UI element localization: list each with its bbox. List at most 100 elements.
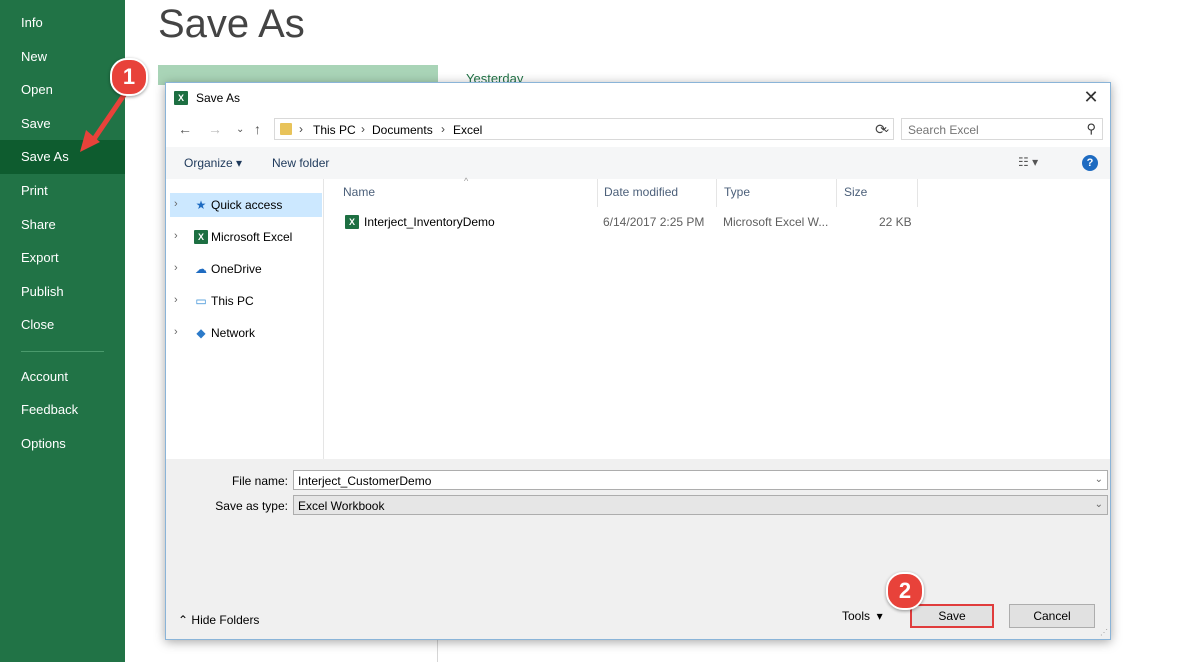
navigation-bar: ← → ⌄ ↑ › This PC › Documents › Excel ⌄ … (166, 115, 1110, 145)
excel-icon: X (174, 91, 188, 105)
search-icon: ⚲ (1086, 121, 1096, 136)
column-divider (716, 179, 717, 207)
column-type[interactable]: Type (724, 185, 750, 207)
tools-button[interactable]: Tools ▾ (842, 609, 883, 623)
tree-item-label: Network (211, 326, 256, 340)
nav-save-as[interactable]: Save As (0, 140, 125, 174)
tree-item-microsoft-excel[interactable]: › X Microsoft Excel (170, 225, 322, 249)
dialog-title: Save As (196, 91, 241, 105)
file-name-value: Interject_CustomerDemo (298, 474, 432, 488)
nav-open[interactable]: Open (0, 73, 125, 107)
page-title: Save As (158, 2, 305, 46)
chevron-right-icon[interactable]: › (174, 294, 178, 306)
address-bar[interactable]: › This PC › Documents › Excel ⌄ (274, 118, 894, 140)
chevron-right-icon[interactable]: › (174, 262, 178, 274)
callout-step-1: 1 (110, 58, 148, 96)
tree-item-network[interactable]: › ◆ Network (170, 321, 322, 345)
tree-item-this-pc[interactable]: › ▭ This PC (170, 289, 322, 313)
tree-item-quick-access[interactable]: › ★ Quick access (170, 193, 322, 217)
chevron-right-icon[interactable]: › (174, 230, 178, 242)
cloud-icon: ☁ (195, 262, 207, 276)
nav-options[interactable]: Options (0, 427, 125, 461)
star-icon: ★ (195, 198, 207, 212)
organize-label: Organize (184, 156, 233, 170)
nav-export[interactable]: Export (0, 241, 125, 275)
breadcrumb-documents[interactable]: Documents (372, 123, 433, 137)
nav-publish[interactable]: Publish (0, 275, 125, 309)
file-row[interactable]: X Interject_InventoryDemo 6/14/2017 2:25… (336, 211, 916, 233)
network-icon: ◆ (196, 326, 206, 340)
chevron-right-icon[interactable]: › (174, 198, 178, 210)
save-type-value: Excel Workbook (298, 499, 385, 513)
up-arrow-icon[interactable]: ↑ (254, 121, 261, 137)
save-as-dialog: X Save As ✕ ← → ⌄ ↑ › This PC › Document… (165, 82, 1111, 640)
column-date-modified[interactable]: Date modified (604, 185, 678, 207)
nav-close[interactable]: Close (0, 308, 125, 342)
nav-account[interactable]: Account (0, 360, 125, 394)
hide-folders-button[interactable]: ⌃ Hide Folders (178, 613, 259, 627)
nav-save[interactable]: Save (0, 107, 125, 141)
excel-file-icon: X (345, 215, 359, 229)
tree-item-label: Quick access (211, 198, 283, 212)
cancel-button[interactable]: Cancel (1009, 604, 1095, 628)
chevron-right-icon: › (299, 122, 303, 136)
tree-item-label: OneDrive (211, 262, 262, 276)
tree-item-label: Microsoft Excel (211, 230, 293, 244)
view-options-icon[interactable]: ☷ ▾ (1018, 155, 1038, 169)
callout-step-2: 2 (886, 572, 924, 610)
file-name-field[interactable]: Interject_CustomerDemo ⌄ (293, 470, 1108, 490)
save-button[interactable]: Save (910, 604, 994, 628)
computer-icon: ▭ (195, 294, 207, 308)
chevron-right-icon: › (361, 122, 365, 136)
column-divider (836, 179, 837, 207)
dialog-titlebar[interactable]: X Save As ✕ (166, 83, 1110, 113)
file-name-label: File name: (231, 474, 288, 488)
chevron-down-icon[interactable]: ⌄ (1095, 474, 1103, 485)
forward-arrow-icon[interactable]: → (208, 121, 222, 137)
chevron-right-icon: › (441, 122, 445, 136)
nav-info[interactable]: Info (0, 6, 125, 40)
folder-icon (280, 123, 292, 135)
column-divider (917, 179, 918, 207)
nav-share[interactable]: Share (0, 208, 125, 242)
file-date: 6/14/2017 2:25 PM (603, 215, 705, 229)
new-folder-button[interactable]: New folder (272, 156, 329, 170)
refresh-icon[interactable]: ⟳ (871, 121, 891, 141)
backstage-nav: Info New Open Save Save As Print Share E… (0, 0, 125, 662)
hide-folders-label: Hide Folders (191, 613, 260, 627)
back-arrow-icon[interactable]: ← (178, 121, 192, 137)
nav-divider (21, 351, 104, 352)
organize-button[interactable]: Organize ▾ (184, 156, 242, 170)
chevron-down-icon[interactable]: ⌄ (1095, 499, 1103, 510)
close-icon[interactable]: ✕ (1080, 86, 1102, 108)
breadcrumb-excel[interactable]: Excel (453, 123, 482, 137)
tools-label: Tools (842, 609, 871, 623)
file-list: ^ Name Date modified Type Size X Interje… (324, 176, 1110, 459)
recent-locations-chevron-icon[interactable]: ⌄ (236, 124, 244, 135)
help-icon[interactable]: ? (1082, 155, 1098, 171)
nav-new[interactable]: New (0, 40, 125, 74)
folder-tree: › ★ Quick access › X Microsoft Excel › ☁… (166, 179, 324, 459)
file-size: 22 KB (879, 215, 912, 229)
tree-item-label: This PC (211, 294, 254, 308)
breadcrumb-this-pc[interactable]: This PC (313, 123, 356, 137)
resize-grip-icon[interactable]: ⋰ (1100, 628, 1108, 637)
file-type: Microsoft Excel W... (723, 215, 829, 229)
command-toolbar: Organize ▾ New folder ☷ ▾ ? (166, 147, 1110, 179)
save-type-label: Save as type: (215, 499, 288, 513)
save-options-panel: File name: Interject_CustomerDemo ⌄ Save… (166, 459, 1110, 639)
tree-item-onedrive[interactable]: › ☁ OneDrive (170, 257, 322, 281)
search-box[interactable]: ⚲ (901, 118, 1103, 141)
chevron-right-icon[interactable]: › (174, 326, 178, 338)
column-name[interactable]: Name (343, 185, 375, 207)
save-type-select[interactable]: Excel Workbook ⌄ (293, 495, 1108, 515)
nav-print[interactable]: Print (0, 174, 125, 208)
nav-feedback[interactable]: Feedback (0, 393, 125, 427)
column-divider (597, 179, 598, 207)
chevron-up-icon: ⌃ (178, 613, 189, 627)
column-size[interactable]: Size (844, 185, 867, 207)
sort-ascending-icon: ^ (464, 176, 469, 186)
search-input[interactable] (902, 119, 1080, 141)
file-name: Interject_InventoryDemo (364, 215, 495, 229)
excel-icon: X (194, 230, 208, 244)
